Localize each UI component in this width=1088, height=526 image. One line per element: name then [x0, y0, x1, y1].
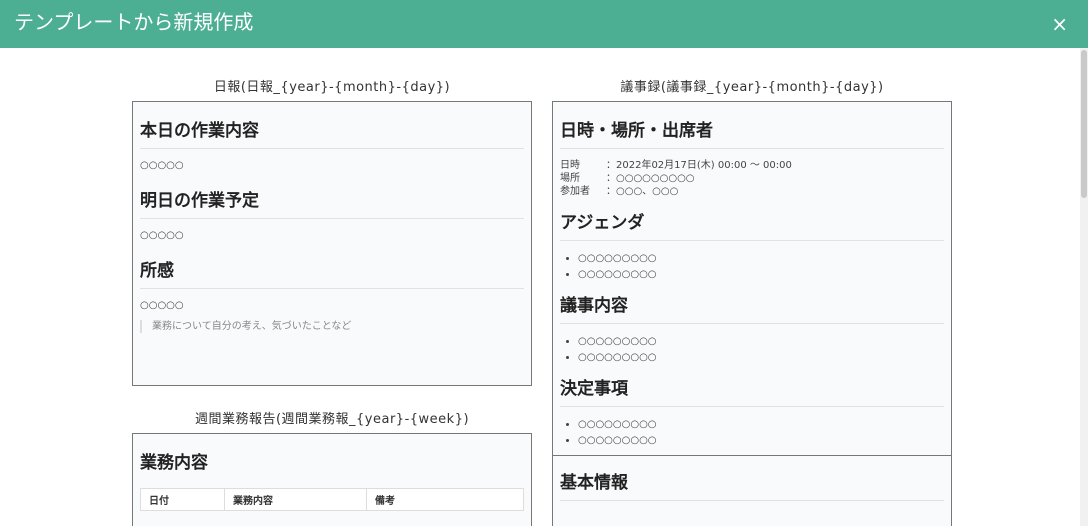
template-card-weekly[interactable]: 業務内容 日付 業務内容 備考 [132, 433, 532, 526]
section-heading: 業務内容 [140, 453, 208, 473]
decision-list: ○○○○○○○○○ ○○○○○○○○○ [560, 417, 944, 449]
template-card-basic[interactable]: 基本情報 [552, 455, 952, 526]
section-heading: アジェンダ [560, 204, 944, 241]
blockquote: 業務について自分の考え、気づいたことなど [140, 320, 524, 333]
section-heading: 明日の作業予定 [140, 182, 524, 219]
section-body: ○○○○○ [140, 300, 184, 311]
section-heading: 基本情報 [560, 456, 944, 501]
template-card-minutes[interactable]: 日時・場所・出席者 日時 ：2022年02月17日(木) 00:00 ～ 00:0… [552, 101, 952, 456]
dialog-title: テンプレートから新規作成 [14, 10, 254, 34]
section-body: ○○○○○ [140, 230, 184, 241]
section-heading: 決定事項 [560, 374, 944, 407]
weekly-table: 日付 業務内容 備考 [140, 488, 524, 511]
list-item: ○○○○○○○○○ [578, 417, 944, 433]
content-list: ○○○○○○○○○ ○○○○○○○○○ [560, 334, 944, 366]
list-item: ○○○○○○○○○ [578, 433, 944, 449]
table-header-row: 日付 業務内容 備考 [140, 488, 524, 511]
close-icon[interactable]: × [1051, 12, 1068, 36]
list-item: ○○○○○○○○○ [578, 350, 944, 366]
column-header: 日付 [140, 488, 225, 511]
column-header: 備考 [366, 488, 524, 511]
meta-row: 参加者 ：○○○、○○○ [560, 186, 679, 197]
column-header: 業務内容 [224, 488, 367, 511]
section-heading: 本日の作業内容 [140, 102, 524, 149]
template-label-daily[interactable]: 日報(日報_{year}-{month}-{day}) [132, 80, 532, 96]
template-label-weekly[interactable]: 週間業務報告(週間業務報_{year}-{week}) [132, 412, 532, 428]
meta-list: 日時 ：2022年02月17日(木) 00:00 ～ 00:00 場所 ：○○○○○… [560, 159, 944, 198]
list-item: ○○○○○○○○○ [578, 267, 944, 283]
meta-row: 場所 ：○○○○○○○○○ [560, 173, 695, 184]
agenda-list: ○○○○○○○○○ ○○○○○○○○○ [560, 251, 944, 283]
meta-row: 日時 ：2022年02月17日(木) 00:00 ～ 00:00 [560, 160, 792, 171]
section-heading: 所感 [140, 252, 524, 289]
template-card-daily[interactable]: 本日の作業内容 ○○○○○ 明日の作業予定 ○○○○○ 所感 ○○○○○ 業務に… [132, 101, 532, 386]
section-heading: 議事内容 [560, 291, 944, 324]
section-body: ○○○○○ [140, 160, 184, 171]
scrollbar-thumb[interactable] [1081, 50, 1087, 198]
list-item: ○○○○○○○○○ [578, 251, 944, 267]
section-heading: 日時・場所・出席者 [560, 102, 944, 149]
template-label-minutes[interactable]: 議事録(議事録_{year}-{month}-{day}) [552, 80, 952, 96]
dialog-header: テンプレートから新規作成 × [0, 0, 1088, 48]
list-item: ○○○○○○○○○ [578, 334, 944, 350]
